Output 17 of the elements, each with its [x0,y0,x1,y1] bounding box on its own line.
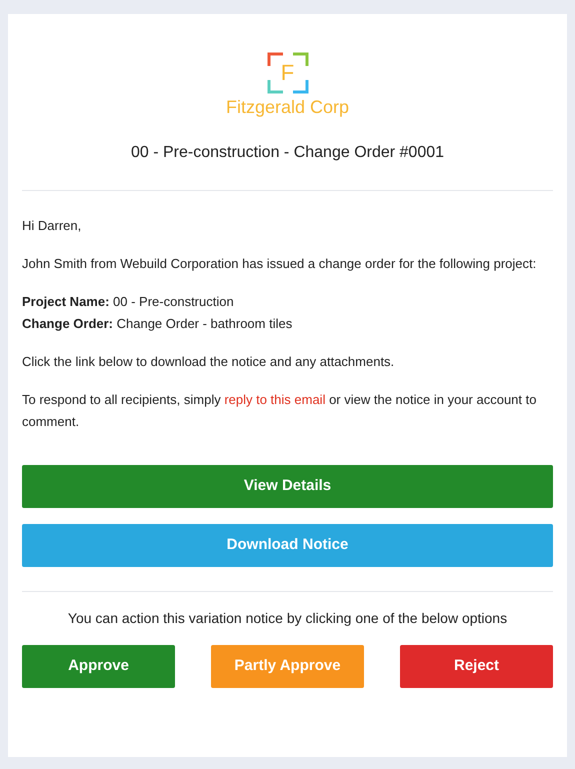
detail-text: Change Order: Change Order - bathroom tiles [22,315,294,333]
email-title: 00 - Pre-construction - Change Order #0001 [130,143,444,163]
reply-link[interactable]: reply to this email [224,392,326,407]
detail-text: Project Name: 00 - Pre-construction [22,293,235,311]
action-button[interactable]: Approve [22,645,175,688]
intro-text: John Smith from Webuild Corporation has issued a change order for the following project: [22,255,538,273]
action-button[interactable]: Reject [400,645,553,688]
instruction-text: Click the link below to download the notice and any attachments. [22,353,396,371]
action-prompt: You can action this variation notice by clicking one of the below options [66,609,508,628]
respond-text: To respond to all recipients, simply reply to this email or view the notice in your account to comment. [22,391,538,431]
greeting-text: Hi Darren, [22,217,82,235]
action-button[interactable]: View Details [22,465,553,508]
company-name: Fitzgerald Corp [226,96,350,119]
action-button[interactable]: Partly Approve [211,645,364,688]
action-button[interactable]: Download Notice [22,524,553,567]
logo-frame-icon [266,52,308,94]
logo-letter: F [280,62,294,84]
